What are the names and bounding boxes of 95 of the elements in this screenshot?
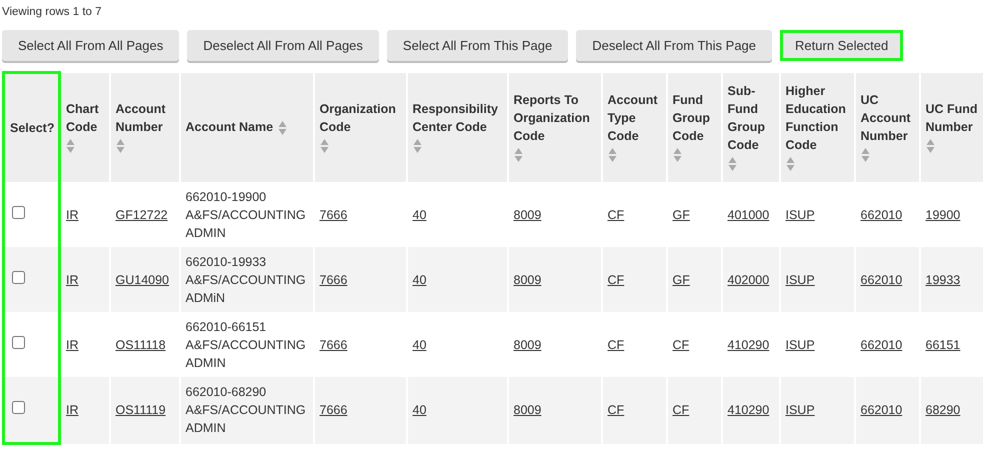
- table-link[interactable]: OS11118: [116, 338, 166, 352]
- action-button[interactable]: Select All From This Page: [386, 30, 568, 61]
- column-header[interactable]: Account Number: [110, 72, 180, 182]
- table-link[interactable]: 8009: [514, 272, 542, 286]
- sort-icon[interactable]: [116, 138, 124, 154]
- action-button[interactable]: Deselect All From All Pages: [187, 30, 379, 61]
- table-link[interactable]: 19900: [926, 208, 960, 222]
- table-link[interactable]: 8009: [514, 403, 542, 418]
- column-title: Chart Code: [66, 101, 100, 136]
- column-header[interactable]: UC Fund Number: [920, 72, 983, 182]
- column-title: Account Type Code: [608, 92, 658, 146]
- table-link[interactable]: IR: [66, 338, 78, 352]
- column-header[interactable]: Account Name: [180, 72, 314, 182]
- sort-icon[interactable]: [926, 138, 934, 154]
- row-checkbox[interactable]: [12, 206, 25, 218]
- table-link[interactable]: 7666: [320, 272, 348, 286]
- sort-icon[interactable]: [412, 138, 422, 154]
- table-cell: 662010-19900 A&FS/ACCOUNTING ADMIN: [180, 182, 314, 247]
- table-link[interactable]: CF: [608, 208, 624, 222]
- table-link[interactable]: CF: [608, 272, 624, 286]
- column-title: Sub-Fund Group Code: [728, 83, 766, 154]
- table-link[interactable]: ISUP: [786, 338, 815, 352]
- table-link[interactable]: 662010: [860, 338, 902, 352]
- table-link[interactable]: 662010: [860, 208, 902, 222]
- table-cell: 662010-66151 A&FS/ACCOUNTING ADMIN: [180, 312, 314, 377]
- column-title: UC Fund Number: [926, 101, 979, 136]
- table-link[interactable]: CF: [672, 338, 690, 352]
- table-link[interactable]: 8009: [514, 338, 542, 352]
- table-link[interactable]: GF12722: [116, 208, 168, 222]
- table-link[interactable]: GU14090: [116, 272, 170, 286]
- column-title: Organization Code: [320, 101, 397, 136]
- table-link[interactable]: 662010: [860, 403, 902, 418]
- table-link[interactable]: 401000: [728, 208, 770, 222]
- table-link[interactable]: IR: [66, 403, 78, 418]
- column-title: Reports To Organization Code: [514, 92, 591, 146]
- table-link[interactable]: CF: [608, 338, 624, 352]
- sort-icon[interactable]: [860, 147, 870, 164]
- column-header[interactable]: Fund Group Code: [666, 72, 722, 182]
- table-link[interactable]: ISUP: [786, 208, 815, 222]
- sort-icon[interactable]: [278, 120, 288, 136]
- column-header[interactable]: Sub-Fund Group Code: [722, 72, 780, 182]
- table-link[interactable]: IR: [66, 208, 78, 222]
- table-link[interactable]: 8009: [514, 208, 542, 222]
- sort-icon[interactable]: [728, 156, 736, 172]
- table-link[interactable]: 40: [412, 403, 426, 418]
- column-header[interactable]: Organization Code: [314, 72, 406, 182]
- row-checkbox[interactable]: [12, 336, 25, 348]
- column-header[interactable]: Account Type Code: [602, 72, 666, 182]
- table-link[interactable]: 402000: [728, 272, 770, 286]
- row-checkbox[interactable]: [12, 270, 25, 284]
- table-link[interactable]: 40: [412, 208, 426, 222]
- sort-icon[interactable]: [320, 138, 328, 154]
- table-link[interactable]: IR: [66, 272, 78, 286]
- sort-icon[interactable]: [608, 147, 616, 164]
- sort-icon[interactable]: [514, 147, 522, 164]
- sort-icon[interactable]: [66, 138, 75, 154]
- table-link[interactable]: 66151: [926, 338, 960, 352]
- column-header[interactable]: Reports To Organization Code: [508, 72, 602, 182]
- column-title: Fund Group Code: [672, 92, 711, 146]
- table-link[interactable]: GF: [672, 208, 690, 222]
- column-title: Select?: [10, 121, 54, 135]
- column-header[interactable]: UC Account Number: [854, 72, 920, 182]
- row-count-text: Viewing rows 1 to 7: [2, 6, 103, 18]
- table-link[interactable]: ISUP: [786, 403, 815, 418]
- column-header[interactable]: Responsibility Center Code: [406, 72, 508, 182]
- table-link[interactable]: 68290: [926, 403, 960, 418]
- table-link[interactable]: 662010: [860, 272, 902, 286]
- sort-icon[interactable]: [786, 156, 794, 172]
- column-header[interactable]: Higher Education Function Code: [780, 72, 854, 182]
- action-button[interactable]: Select All From All Pages: [2, 30, 180, 61]
- table-link[interactable]: 40: [412, 272, 426, 286]
- table-link[interactable]: 19933: [926, 272, 960, 286]
- column-title: Account Number: [116, 101, 166, 136]
- table-link[interactable]: ISUP: [786, 272, 815, 286]
- row-checkbox[interactable]: [12, 400, 25, 414]
- column-title: Account Name: [186, 119, 274, 136]
- table-link[interactable]: GF: [672, 272, 690, 286]
- column-title: Higher Education Function Code: [786, 83, 847, 154]
- column-header[interactable]: Chart Code: [60, 72, 110, 182]
- column-title: UC Account Number: [860, 92, 912, 146]
- column-title: Responsibility Center Code: [412, 101, 499, 136]
- action-button[interactable]: Deselect All From This Page: [576, 30, 772, 61]
- table-cell: 662010-68290 A&FS/ACCOUNTING ADMIN: [180, 377, 314, 444]
- table-link[interactable]: 7666: [320, 208, 348, 222]
- table-link[interactable]: 410290: [728, 403, 770, 418]
- table-link[interactable]: 7666: [320, 338, 348, 352]
- table-link[interactable]: OS11119: [116, 403, 166, 418]
- table-link[interactable]: 7666: [320, 403, 348, 418]
- table-link[interactable]: CF: [672, 403, 690, 418]
- table-link[interactable]: 410290: [728, 338, 770, 352]
- table-link[interactable]: CF: [608, 403, 624, 418]
- action-button[interactable]: Return Selected: [780, 30, 904, 61]
- table-cell: 662010-19933 A&FS/ACCOUNTING ADMiN: [180, 247, 314, 312]
- sort-icon[interactable]: [672, 147, 682, 164]
- table-link[interactable]: 40: [412, 338, 426, 352]
